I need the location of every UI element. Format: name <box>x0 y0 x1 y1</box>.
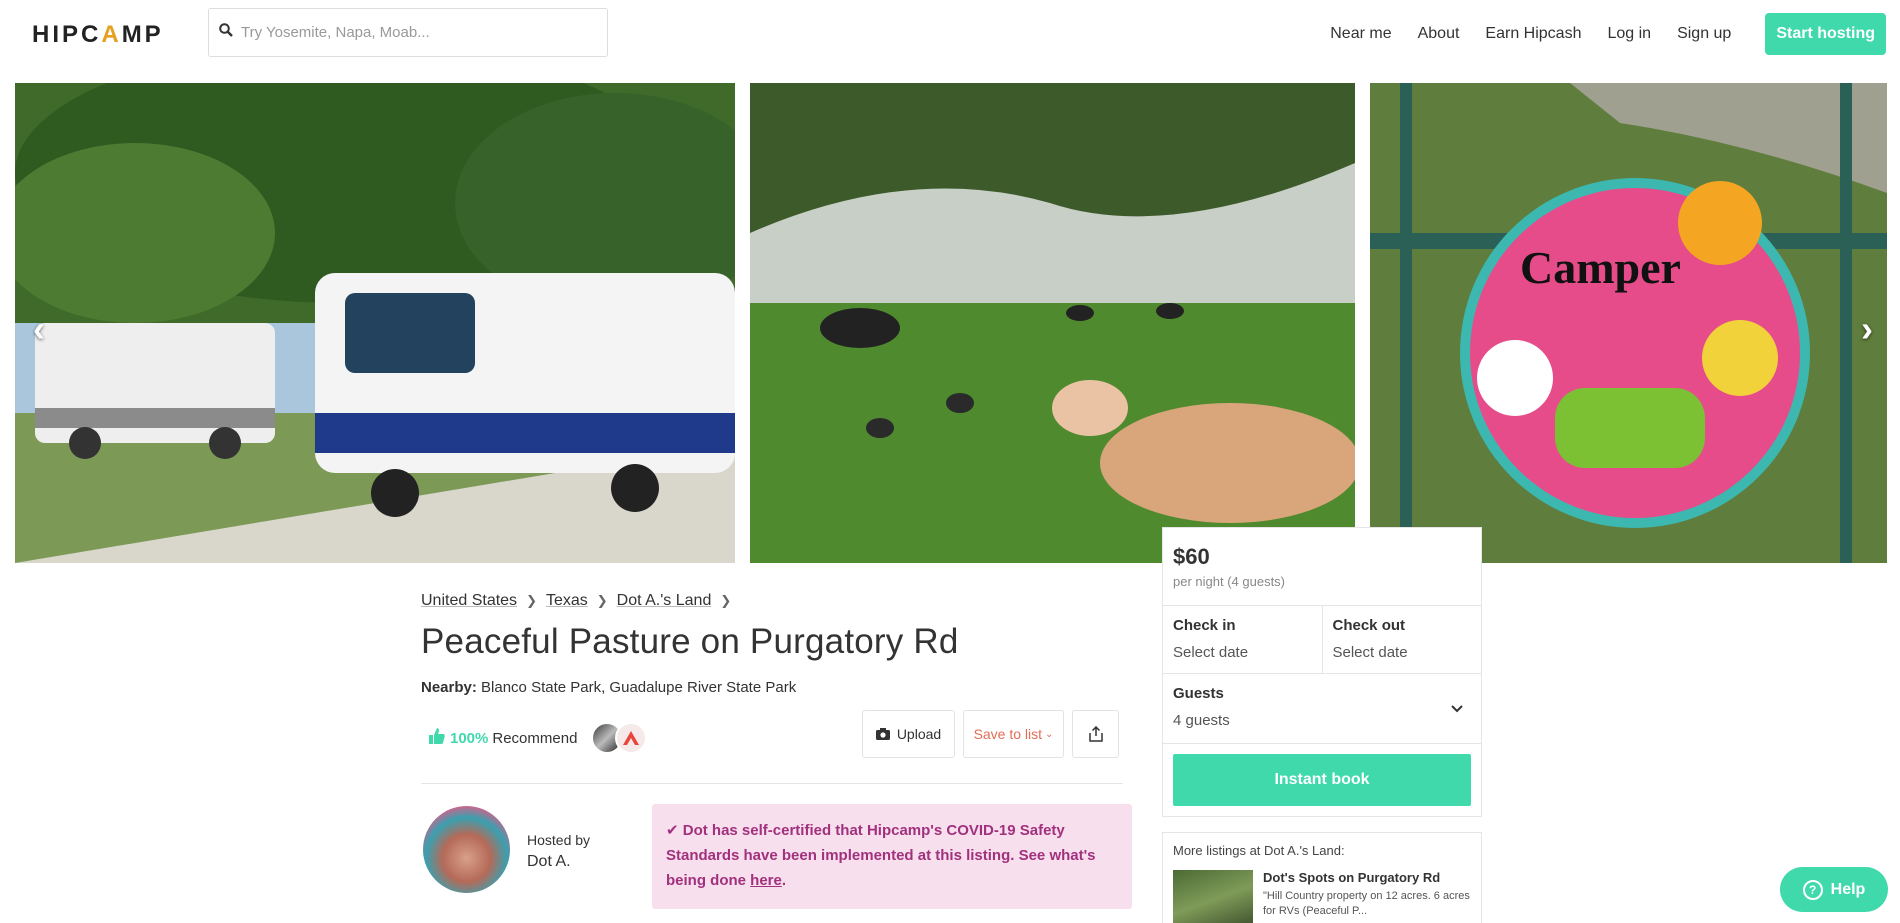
booking-panel: $60 per night (4 guests) Check in Select… <box>1162 527 1482 817</box>
check-out-value: Select date <box>1332 644 1408 661</box>
section-divider <box>421 783 1123 784</box>
svg-text:Camper: Camper <box>1520 242 1681 293</box>
breadcrumb-texas[interactable]: Texas <box>546 592 588 610</box>
chevron-right-icon: ❯ <box>720 593 732 608</box>
check-in-value: Select date <box>1173 644 1249 661</box>
more-listings: More listings at Dot A.'s Land: Dot's Sp… <box>1162 832 1482 923</box>
price-amount: $60 <box>1173 544 1210 569</box>
check-out-field[interactable]: Check out Select date <box>1321 606 1482 673</box>
list-item[interactable]: Dot's Spots on Purgatory Rd "Hill Countr… <box>1173 870 1471 923</box>
check-out-label: Check out <box>1332 617 1406 634</box>
check-in-field[interactable]: Check in Select date <box>1163 606 1322 673</box>
nav-near-me[interactable]: Near me <box>1330 25 1391 43</box>
help-button[interactable]: ? Help <box>1780 867 1888 912</box>
price-per-night: per night (4 guests) <box>1173 574 1286 589</box>
recommend-label: Recommend <box>492 729 578 747</box>
search-icon <box>219 23 233 42</box>
share-icon <box>1088 726 1103 742</box>
nav-log-in[interactable]: Log in <box>1607 25 1651 43</box>
gallery-prev-arrow[interactable]: ‹ <box>33 308 45 350</box>
nav-earn-hipcash[interactable]: Earn Hipcash <box>1485 25 1581 43</box>
breadcrumb: United States ❯ Texas ❯ Dot A.'s Land ❯ <box>421 592 740 610</box>
nearby-label: Nearby: <box>421 679 477 696</box>
covid-notice: ✔ Dot has self-certified that Hipcamp's … <box>652 804 1132 909</box>
chevron-right-icon: ❯ <box>596 593 608 608</box>
avatar[interactable] <box>615 722 648 754</box>
host-avatar[interactable] <box>423 806 510 893</box>
upload-label: Upload <box>896 726 942 742</box>
host-info: Hosted by Dot A. <box>527 830 590 872</box>
listing-description: "Hill Country property on 12 acres. 6 ac… <box>1263 890 1470 917</box>
nearby-parks: Nearby: Blanco State Park, Guadalupe Riv… <box>421 679 796 696</box>
chevron-down-icon <box>1451 700 1463 716</box>
photo-gallery: Camper ‹ › <box>15 83 1887 563</box>
instant-book-button[interactable]: Instant book <box>1173 754 1471 806</box>
top-nav: Near me About Earn Hipcash Log in Sign u… <box>1304 12 1886 55</box>
question-icon: ? <box>1802 879 1823 900</box>
listing-title: Peaceful Pasture on Purgatory Rd <box>421 622 959 661</box>
guests-selector[interactable]: Guests 4 guests <box>1163 674 1481 744</box>
search-box[interactable] <box>208 8 608 57</box>
hosted-by-label: Hosted by <box>527 832 591 848</box>
check-in-label: Check in <box>1173 617 1236 634</box>
recommend-percent: 100% <box>450 729 489 747</box>
listing-actions: Upload Save to list ⌄ <box>862 710 1127 758</box>
breadcrumb-land[interactable]: Dot A.'s Land <box>617 592 712 610</box>
start-hosting-button[interactable]: Start hosting <box>1765 12 1886 55</box>
nearby-value: Blanco State Park, Guadalupe River State… <box>481 679 797 696</box>
upload-button[interactable]: Upload <box>862 710 955 758</box>
listing-thumbnail[interactable] <box>1173 870 1253 923</box>
gallery-photo-happy-camper-sign[interactable]: Camper <box>1370 83 1887 563</box>
covid-end: . <box>781 872 787 889</box>
nav-about[interactable]: About <box>1418 25 1460 43</box>
checkmark-icon: ✔ <box>666 822 679 839</box>
save-label: Save to list <box>973 726 1043 742</box>
help-label: Help <box>1830 880 1866 898</box>
price-section: $60 per night (4 guests) <box>1163 528 1481 606</box>
gallery-next-arrow[interactable]: › <box>1861 308 1873 350</box>
share-button[interactable] <box>1072 710 1119 758</box>
date-selectors: Check in Select date Check out Select da… <box>1163 606 1481 674</box>
save-to-list-button[interactable]: Save to list ⌄ <box>963 710 1064 758</box>
chevron-down-icon: ⌄ <box>1045 728 1054 740</box>
guests-value: 4 guests <box>1173 712 1230 729</box>
chevron-right-icon: ❯ <box>526 593 537 608</box>
thumbs-up-icon <box>428 727 446 749</box>
breadcrumb-united-states[interactable]: United States <box>421 592 517 610</box>
covid-text: Dot has self-certified that Hipcamp's CO… <box>666 822 1096 889</box>
recommender-avatars <box>591 722 648 754</box>
search-input[interactable] <box>241 24 581 41</box>
gallery-photo-rvs[interactable] <box>15 83 735 563</box>
listing-name[interactable]: Dot's Spots on Purgatory Rd <box>1263 870 1471 885</box>
host-name[interactable]: Dot A. <box>527 851 590 872</box>
camera-icon <box>875 728 890 740</box>
more-listings-heading: More listings at Dot A.'s Land: <box>1173 843 1345 858</box>
hipcamp-logo[interactable]: HIPCAMP <box>32 21 164 49</box>
recommend-summary: 100% Recommend <box>428 722 648 754</box>
nav-sign-up[interactable]: Sign up <box>1677 25 1731 43</box>
top-header: HIPCAMP Near me About Earn Hipcash Log i… <box>0 0 1900 68</box>
covid-here-link[interactable]: here <box>750 872 782 889</box>
guests-label: Guests <box>1173 685 1224 702</box>
gallery-photo-pasture[interactable] <box>750 83 1355 563</box>
